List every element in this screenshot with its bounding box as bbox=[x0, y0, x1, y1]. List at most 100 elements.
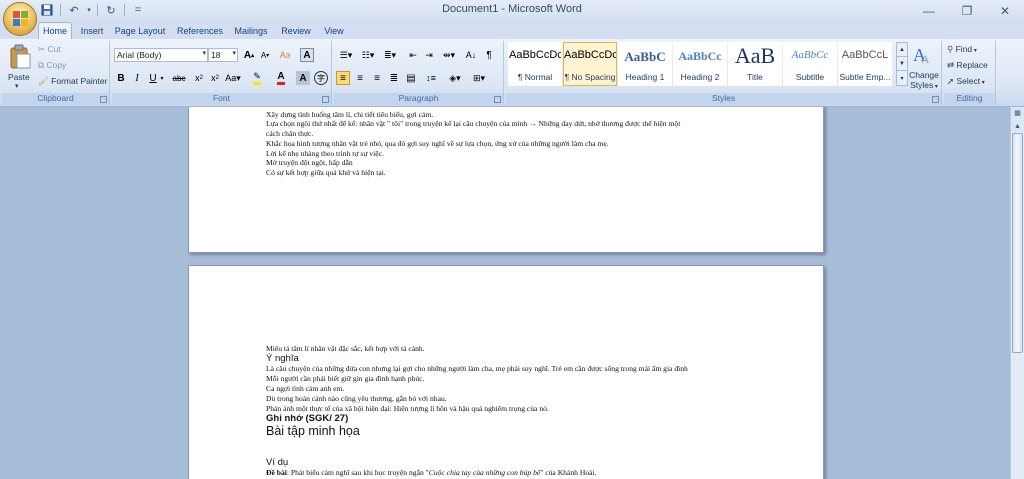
paragraph-group-label: Paragraph bbox=[334, 93, 503, 105]
strikethrough-icon[interactable]: abc bbox=[170, 71, 188, 85]
document-page[interactable]: Xây dựng tình huống tâm lí, chi tiết tiê… bbox=[188, 107, 824, 253]
character-border-icon[interactable]: A bbox=[300, 48, 314, 62]
gallery-up-icon[interactable]: ▲ bbox=[897, 43, 907, 57]
gallery-more-icon[interactable]: ▾ bbox=[897, 71, 907, 85]
style-sample: AaBbCcDc bbox=[509, 49, 561, 61]
select-button[interactable]: ➚ Select ▾ bbox=[947, 76, 985, 87]
text-direction-icon[interactable]: ⇹▾ bbox=[440, 48, 458, 62]
clipboard-group: Paste ▾ ✂ Cut ⧉ Copy 🖌 Format Painter Cl… bbox=[2, 41, 110, 105]
change-styles-button[interactable]: Change Styles ▾ bbox=[908, 70, 940, 92]
text-highlight-icon[interactable]: ✎ bbox=[248, 71, 266, 85]
enclose-characters-icon[interactable]: 字 bbox=[314, 71, 328, 85]
style-heading-1[interactable]: AaBbC Heading 1 bbox=[618, 42, 672, 86]
style-subtitle[interactable]: AaBbCc Subtitle bbox=[783, 42, 837, 86]
save-icon[interactable] bbox=[38, 2, 56, 18]
tab-insert[interactable]: Insert bbox=[76, 22, 108, 39]
style-subtle-emphasis[interactable]: AaBbCcL Subtle Emp... bbox=[838, 42, 892, 86]
character-shading-icon[interactable]: A bbox=[296, 71, 310, 85]
subscript-icon[interactable]: x2 bbox=[192, 71, 206, 85]
tab-review[interactable]: Review bbox=[279, 22, 313, 39]
customize-qat-button[interactable]: = bbox=[129, 2, 147, 18]
show-hide-marks-icon[interactable]: ¶ bbox=[482, 48, 496, 62]
tab-page-layout[interactable]: Page Layout bbox=[113, 22, 167, 39]
body-line: Miêu tả tâm lí nhân vật đặc sắc, kết hợp… bbox=[266, 344, 425, 353]
exercise-label: Đề bài bbox=[266, 468, 287, 477]
paragraph-dialog-launcher[interactable] bbox=[494, 96, 501, 103]
office-button[interactable] bbox=[3, 2, 37, 36]
chevron-down-icon: ▾ bbox=[972, 48, 977, 54]
font-name-dropdown[interactable]: Arial (Body) ▾ bbox=[114, 48, 208, 62]
sort-icon[interactable]: A↓ bbox=[464, 48, 478, 62]
styles-dialog-launcher[interactable] bbox=[932, 96, 939, 103]
shrink-font-icon[interactable]: A ▾ bbox=[258, 48, 272, 62]
borders-icon[interactable]: ⊞▾ bbox=[470, 71, 488, 85]
ruler-toggle-icon[interactable]: ▦ bbox=[1011, 107, 1024, 119]
scroll-thumb[interactable] bbox=[1012, 133, 1023, 353]
align-left-icon[interactable]: ≡ bbox=[336, 71, 350, 85]
copy-button[interactable]: ⧉ Copy bbox=[38, 60, 66, 71]
shading-icon[interactable]: ◈▾ bbox=[446, 71, 464, 85]
undo-dropdown-icon[interactable]: ▾ bbox=[85, 2, 93, 18]
distributed-icon[interactable]: ▤ bbox=[404, 71, 418, 85]
paste-icon[interactable] bbox=[7, 43, 33, 71]
align-center-icon[interactable]: ≡ bbox=[353, 71, 367, 85]
scroll-up-icon[interactable]: ▲ bbox=[1011, 120, 1024, 132]
superscript-icon[interactable]: x2 bbox=[208, 71, 222, 85]
restore-icon[interactable]: ❐ bbox=[948, 0, 986, 21]
minimize-icon[interactable]: — bbox=[910, 0, 948, 21]
grow-font-icon[interactable]: A ▴ bbox=[242, 48, 256, 62]
format-painter-button[interactable]: 🖌 Format Painter bbox=[38, 76, 107, 87]
cut-button[interactable]: ✂ Cut bbox=[38, 44, 61, 55]
vertical-scrollbar[interactable]: ▦ ▲ bbox=[1010, 107, 1024, 479]
heading-example: Ví dụ bbox=[266, 457, 289, 468]
find-button[interactable]: ⚲ Find ▾ bbox=[947, 44, 977, 55]
undo-icon[interactable]: ↶ bbox=[65, 2, 83, 18]
editing-group: ⚲ Find ▾ ⇄ Replace ➚ Select ▾ Editing bbox=[944, 41, 996, 105]
change-styles-icon[interactable]: AA bbox=[910, 42, 936, 66]
replace-icon: ⇄ bbox=[947, 60, 955, 70]
document-page[interactable]: Miêu tả tâm lí nhân vật đặc sắc, kết hợp… bbox=[188, 265, 824, 479]
paste-button[interactable]: Paste bbox=[8, 72, 30, 82]
qat-separator bbox=[124, 4, 125, 16]
font-color-icon[interactable]: A bbox=[272, 71, 290, 85]
replace-button[interactable]: ⇄ Replace bbox=[947, 60, 988, 71]
align-right-icon[interactable]: ≡ bbox=[370, 71, 384, 85]
increase-indent-icon[interactable]: ⇥ bbox=[422, 48, 436, 62]
clipboard-dialog-launcher[interactable] bbox=[100, 96, 107, 103]
change-case-icon[interactable]: Aa▾ bbox=[224, 71, 242, 85]
justify-icon[interactable]: ≣ bbox=[387, 71, 401, 85]
style-title[interactable]: AaB Title bbox=[728, 42, 782, 86]
select-label: Select bbox=[956, 76, 981, 86]
bold-icon[interactable]: B bbox=[114, 71, 128, 85]
line-spacing-icon[interactable]: ↕≡ bbox=[422, 71, 440, 85]
clipboard-group-label: Clipboard bbox=[2, 93, 109, 105]
tab-mailings[interactable]: Mailings bbox=[231, 22, 271, 39]
clear-formatting-icon[interactable]: Aэ bbox=[278, 48, 292, 62]
style-heading-2[interactable]: AaBbCc Heading 2 bbox=[673, 42, 727, 86]
font-size-value: 18 bbox=[211, 50, 221, 60]
copy-icon: ⧉ bbox=[38, 60, 45, 70]
font-size-dropdown[interactable]: 18 ▾ bbox=[208, 48, 238, 62]
italic-icon[interactable]: I bbox=[130, 71, 144, 85]
tab-view[interactable]: View bbox=[320, 22, 348, 39]
bullets-icon[interactable]: ☰▾ bbox=[336, 48, 356, 62]
style-sample: AaBbCcDc bbox=[564, 49, 616, 61]
tab-home[interactable]: Home bbox=[38, 22, 72, 39]
underline-dropdown-icon[interactable]: ▾ bbox=[158, 71, 166, 85]
body-line: Có sự kết hợp giữa quá khứ và hiện tại. bbox=[266, 168, 386, 177]
numbering-icon[interactable]: ☷▾ bbox=[358, 48, 378, 62]
style-name: Subtitle bbox=[795, 72, 825, 82]
decrease-indent-icon[interactable]: ⇤ bbox=[406, 48, 420, 62]
qat-separator bbox=[60, 4, 61, 16]
style-normal[interactable]: AaBbCcDc ¶ Normal bbox=[508, 42, 562, 86]
style-no-spacing[interactable]: AaBbCcDc ¶ No Spacing bbox=[563, 42, 617, 86]
multilevel-list-icon[interactable]: ≣▾ bbox=[380, 48, 400, 62]
style-sample: AaB bbox=[734, 43, 776, 68]
repeat-icon[interactable]: ↻ bbox=[102, 2, 120, 18]
paste-dropdown-icon[interactable]: ▾ bbox=[15, 82, 19, 90]
close-icon[interactable]: ✕ bbox=[986, 0, 1024, 21]
gallery-down-icon[interactable]: ▼ bbox=[897, 57, 907, 71]
font-dialog-launcher[interactable] bbox=[322, 96, 329, 103]
chevron-down-icon: ▾ bbox=[933, 84, 938, 90]
tab-references[interactable]: References bbox=[174, 22, 226, 39]
